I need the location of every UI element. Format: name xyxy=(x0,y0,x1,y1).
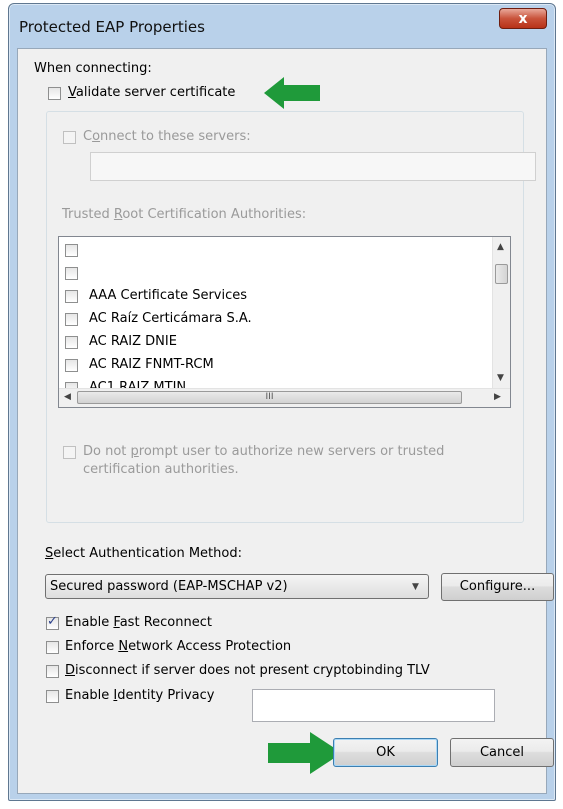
list-item-checkbox[interactable] xyxy=(65,313,78,326)
list-item[interactable]: AAA Certificate Services xyxy=(59,286,489,309)
list-item-checkbox[interactable] xyxy=(65,359,78,372)
list-item-checkbox[interactable] xyxy=(65,267,78,280)
validate-certificate-label[interactable]: Validate server certificate xyxy=(68,85,235,100)
trusted-ca-list[interactable]: AAA Certificate Services AC Raíz Certicá… xyxy=(58,236,511,408)
horizontal-scroll-thumb[interactable]: III xyxy=(77,391,462,404)
auth-method-label: Select Authentication Method: xyxy=(45,546,242,561)
fast-reconnect-label[interactable]: Enable Fast Reconnect xyxy=(65,615,212,630)
list-item-label: AC Raíz Certicámara S.A. xyxy=(89,311,252,326)
nap-checkbox[interactable] xyxy=(46,641,59,654)
vertical-scroll-thumb[interactable] xyxy=(495,264,508,284)
no-prompt-label-line1: Do not prompt user to authorize new serv… xyxy=(83,444,445,459)
servers-input[interactable] xyxy=(90,152,536,181)
no-prompt-checkbox[interactable] xyxy=(63,446,76,459)
close-button[interactable]: x xyxy=(499,8,547,29)
scroll-left-icon[interactable]: ◀ xyxy=(64,392,71,402)
trusted-ca-label: Trusted Root Certification Authorities: xyxy=(62,207,307,222)
list-item-checkbox[interactable] xyxy=(65,290,78,303)
ok-button[interactable]: OK xyxy=(333,738,438,767)
close-icon: x xyxy=(518,11,528,27)
connect-servers-label: Connect to these servers: xyxy=(83,129,251,144)
list-item[interactable]: AC Raíz Certicámara S.A. xyxy=(59,309,489,332)
list-item-checkbox[interactable] xyxy=(65,244,78,257)
cancel-button[interactable]: Cancel xyxy=(450,738,554,767)
list-item[interactable]: AC RAIZ DNIE xyxy=(59,332,489,355)
when-connecting-heading: When connecting: xyxy=(34,61,152,76)
list-item-label: AC RAIZ DNIE xyxy=(89,334,177,349)
title-bar[interactable]: Protected EAP Properties x xyxy=(9,4,555,48)
window-title: Protected EAP Properties xyxy=(19,18,205,36)
identity-privacy-checkbox[interactable] xyxy=(46,690,59,703)
nap-label[interactable]: Enforce Network Access Protection xyxy=(65,639,291,654)
list-item-label: AC RAIZ FNMT-RCM xyxy=(89,357,214,372)
fast-reconnect-checkbox[interactable] xyxy=(46,614,59,630)
identity-privacy-input[interactable] xyxy=(252,689,495,722)
identity-privacy-label[interactable]: Enable Identity Privacy xyxy=(65,688,214,703)
green-arrow-icon xyxy=(268,732,342,774)
list-item[interactable]: AC RAIZ FNMT-RCM xyxy=(59,355,489,378)
dialog-window: Protected EAP Properties x When connecti… xyxy=(8,3,556,801)
scroll-down-icon[interactable]: ▼ xyxy=(497,373,504,383)
dialog-client-area: When connecting: Validate server certifi… xyxy=(17,48,554,794)
auth-method-select[interactable]: Secured password (EAP-MSCHAP v2) ▼ xyxy=(45,574,429,599)
list-item-label: AAA Certificate Services xyxy=(89,288,248,303)
green-arrow-icon xyxy=(264,77,320,109)
horizontal-scrollbar[interactable]: ◀ III ▶ xyxy=(59,388,510,407)
cryptobinding-checkbox[interactable] xyxy=(46,665,59,678)
validate-certificate-checkbox[interactable] xyxy=(48,87,61,100)
list-item-checkbox[interactable] xyxy=(65,336,78,349)
cryptobinding-label[interactable]: Disconnect if server does not present cr… xyxy=(65,663,430,678)
list-item[interactable] xyxy=(59,263,489,286)
list-item[interactable] xyxy=(59,240,489,263)
scroll-up-icon[interactable]: ▲ xyxy=(497,242,504,252)
chevron-down-icon[interactable]: ▼ xyxy=(412,582,419,592)
auth-method-value: Secured password (EAP-MSCHAP v2) xyxy=(50,579,288,594)
scroll-right-icon[interactable]: ▶ xyxy=(494,392,501,402)
vertical-scrollbar[interactable]: ▲ ▼ xyxy=(492,237,510,389)
connect-servers-checkbox[interactable] xyxy=(63,131,76,144)
no-prompt-label-line2: certification authorities. xyxy=(83,462,239,477)
configure-button[interactable]: Configure... xyxy=(441,573,554,601)
